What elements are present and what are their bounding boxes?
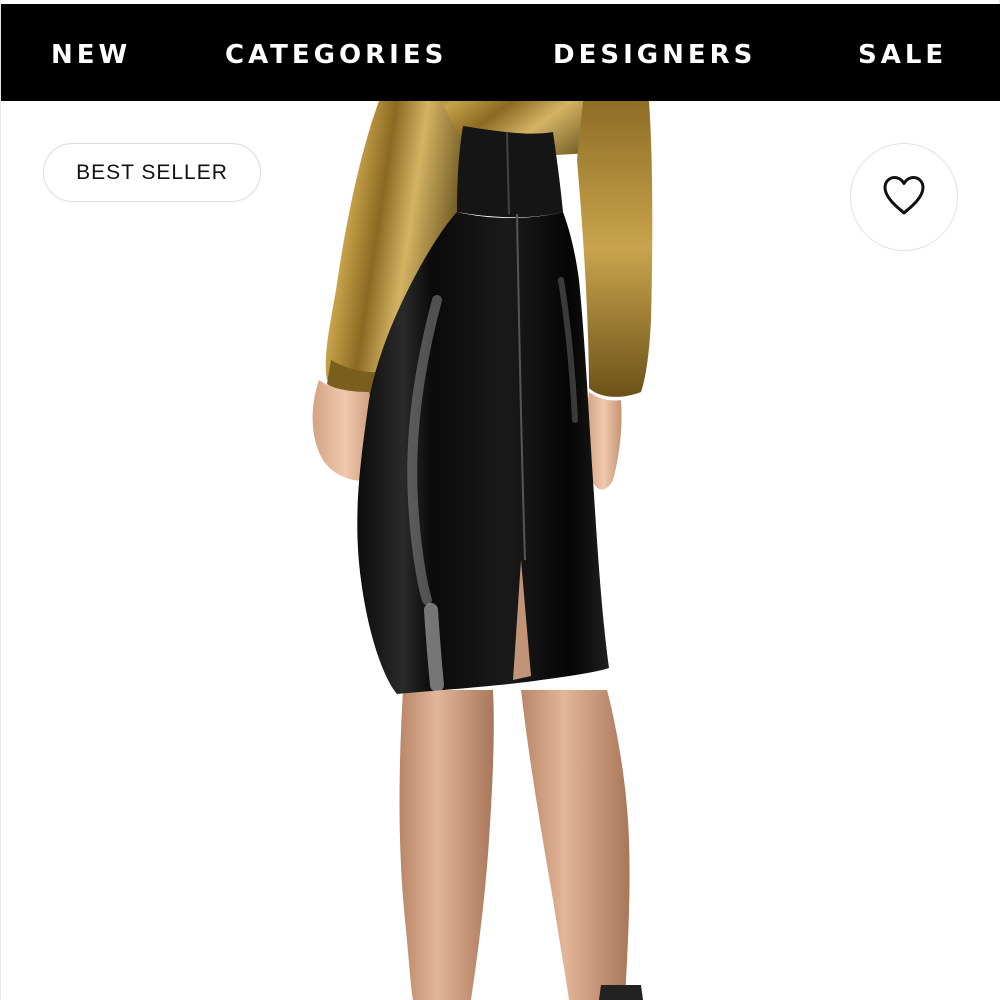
nav-categories-link[interactable]: CATEGORIES (225, 38, 447, 72)
best-seller-label: BEST SELLER (76, 160, 228, 184)
nav-new-link[interactable]: NEW (51, 38, 131, 72)
nav-designers-link[interactable]: DESIGNERS (553, 38, 756, 72)
best-seller-badge: BEST SELLER (43, 143, 261, 202)
product-page: NEW CATEGORIES DESIGNERS SALE BEST SELLE… (0, 0, 1000, 1000)
top-nav-bar: NEW CATEGORIES DESIGNERS SALE (1, 4, 1000, 101)
heart-outline-icon (881, 174, 927, 221)
product-image[interactable] (1, 101, 1000, 1000)
favorite-button[interactable] (850, 143, 958, 251)
product-photo-illustration (312, 101, 653, 1000)
nav-sale-link[interactable]: SALE (858, 38, 947, 72)
